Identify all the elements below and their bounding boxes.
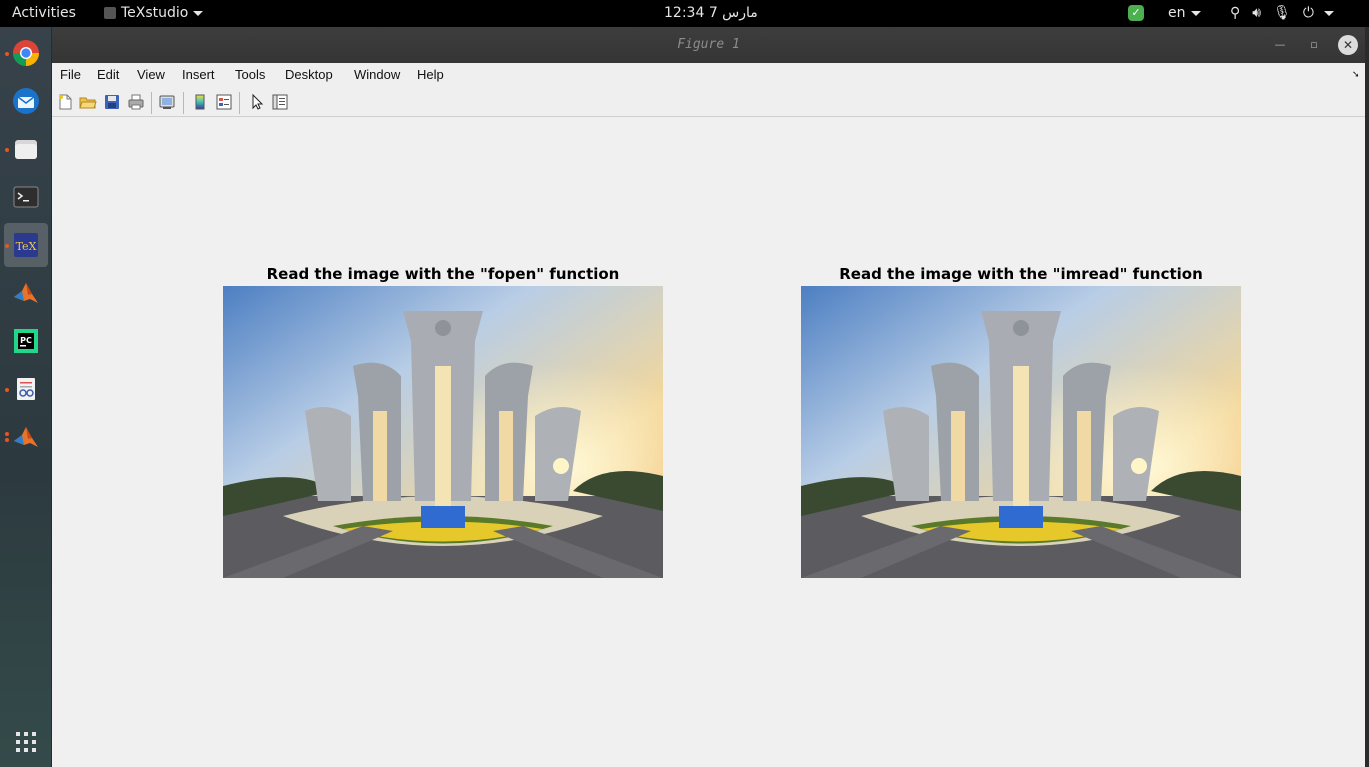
matlab-icon-2 <box>14 427 38 447</box>
wifi-icon: ⚲ <box>1230 5 1241 21</box>
toolbar-separator <box>239 92 240 114</box>
activities-button[interactable]: Activities <box>12 0 76 27</box>
minimize-button[interactable]: — <box>1270 35 1290 55</box>
colorbar-icon[interactable] <box>191 93 209 111</box>
dock-figure-arrow-icon[interactable]: ➘ <box>1352 69 1360 80</box>
running-indicator <box>5 438 9 442</box>
running-indicator <box>5 244 9 248</box>
update-indicator[interactable]: ✓ <box>1128 0 1144 27</box>
svg-text:TeX: TeX <box>16 240 37 253</box>
dock-thunderbird[interactable] <box>4 79 48 123</box>
minimize-icon: — <box>1274 38 1286 51</box>
edit-plot-cursor-icon[interactable] <box>248 93 266 111</box>
app-menu-label: TeXstudio <box>121 5 189 21</box>
save-icon[interactable] <box>103 93 121 111</box>
language-menu[interactable]: en <box>1168 0 1201 27</box>
restore-button[interactable]: ▫ <box>1304 35 1324 55</box>
link-plot-icon[interactable] <box>158 93 176 111</box>
close-button[interactable]: ✕ <box>1338 35 1358 55</box>
running-indicator <box>5 432 9 436</box>
volume-icon: 🔊︎ <box>1252 5 1262 21</box>
property-inspector-icon[interactable] <box>271 93 289 111</box>
pycharm-icon: PC <box>14 329 38 353</box>
language-label: en <box>1168 5 1186 21</box>
menu-insert[interactable]: Insert <box>182 67 215 82</box>
dock-matlab[interactable] <box>4 271 48 315</box>
dock-texstudio[interactable]: TeX <box>4 223 48 267</box>
figure-canvas[interactable]: Read the image with the "fopen" function <box>52 118 1365 767</box>
chrome-icon <box>12 40 40 67</box>
microphone-icon: 🎙︎ <box>1273 5 1291 21</box>
subplot-title-imread: Read the image with the "imread" functio… <box>839 265 1203 283</box>
menu-window[interactable]: Window <box>354 67 400 82</box>
chevron-down-icon <box>1323 10 1334 16</box>
show-applications-button[interactable] <box>4 720 48 764</box>
menu-bar: File Edit View Insert Tools Desktop Wind… <box>52 63 1365 87</box>
figure-toolbar <box>52 87 1365 117</box>
texstudio-icon: TeX <box>14 233 38 257</box>
check-shield-icon: ✓ <box>1128 5 1144 21</box>
dock-pycharm[interactable]: PC <box>4 319 48 363</box>
subplot-title-fopen: Read the image with the "fopen" function <box>266 265 620 283</box>
gate-photo <box>801 286 1241 578</box>
toolbar-separator <box>151 92 152 114</box>
restore-icon: ▫ <box>1310 38 1318 51</box>
menu-tools[interactable]: Tools <box>235 67 265 82</box>
texstudio-small-icon <box>104 7 116 19</box>
menu-view[interactable]: View <box>137 67 165 82</box>
print-icon[interactable] <box>127 93 145 111</box>
window-title: Figure 1 <box>677 37 740 52</box>
system-menu[interactable]: ⚲ 🔊︎ 🎙︎ ⏻ <box>1230 0 1334 27</box>
chevron-down-icon <box>1190 10 1201 16</box>
matlab-icon <box>14 283 38 303</box>
files-icon <box>15 140 37 159</box>
gate-photo <box>223 286 663 578</box>
legend-icon[interactable] <box>215 93 233 111</box>
close-icon: ✕ <box>1342 38 1354 52</box>
menu-edit[interactable]: Edit <box>97 67 119 82</box>
show-apps-icon <box>16 732 36 752</box>
new-figure-icon[interactable] <box>56 93 74 111</box>
dock-document-viewer[interactable] <box>4 367 48 411</box>
dock-matlab-2[interactable] <box>4 415 48 459</box>
dock-terminal[interactable] <box>4 175 48 219</box>
window-titlebar[interactable]: Figure 1 — ▫ ✕ <box>52 27 1365 63</box>
menu-desktop[interactable]: Desktop <box>285 67 333 82</box>
terminal-icon <box>13 186 39 208</box>
dock-chrome[interactable] <box>4 31 48 75</box>
dock-files[interactable] <box>4 127 48 171</box>
svg-text:PC: PC <box>20 336 32 345</box>
menu-help[interactable]: Help <box>417 67 444 82</box>
thunderbird-icon <box>13 88 39 114</box>
chevron-down-icon <box>193 10 204 16</box>
running-indicator <box>5 52 9 56</box>
power-icon: ⏻ <box>1302 5 1314 21</box>
open-file-icon[interactable] <box>79 93 97 111</box>
figure-window: Figure 1 — ▫ ✕ File Edit View Insert Too… <box>52 27 1365 767</box>
running-indicator <box>5 148 9 152</box>
running-indicator <box>5 388 9 392</box>
app-menu[interactable]: TeXstudio <box>104 0 204 27</box>
menu-file[interactable]: File <box>60 67 81 82</box>
subplot-image-fopen[interactable] <box>223 286 663 578</box>
subplot-image-imread[interactable] <box>801 286 1241 578</box>
top-bar: Activities TeXstudio مارس 7 12:34 ✓ en ⚲… <box>0 0 1369 27</box>
clock[interactable]: مارس 7 12:34 <box>664 0 758 27</box>
dock: TeX PC <box>0 27 51 767</box>
toolbar-separator <box>183 92 184 114</box>
document-viewer-icon <box>17 378 35 400</box>
